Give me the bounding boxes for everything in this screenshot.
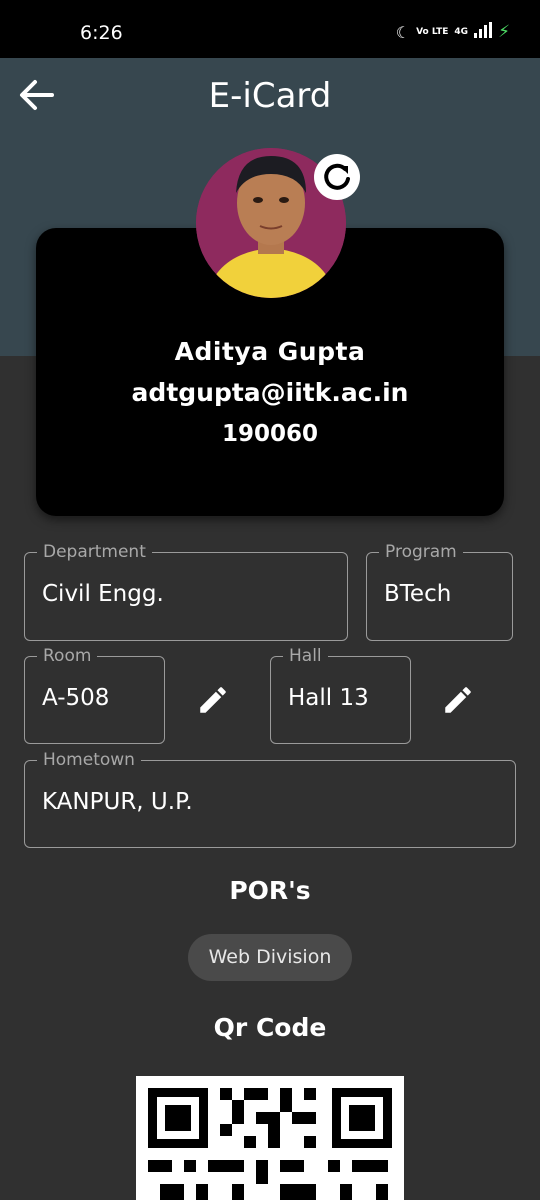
room-value: A-508 [42,685,110,711]
program-field[interactable]: Program BTech [366,542,513,641]
hall-label: Hall [283,646,328,666]
room-label: Room [37,646,98,666]
department-field[interactable]: Department Civil Engg. [24,542,348,641]
edit-room-button[interactable] [196,683,230,717]
moon-icon: ☾ [395,22,411,42]
program-value: BTech [384,581,452,607]
network-type: 4G [454,26,469,37]
profile-email: adtgupta@iitk.ac.in [131,378,409,407]
status-icons: ☾ Vo LTE 4G ⚡ [396,22,510,42]
volte-indicator: Vo LTE [416,26,449,37]
battery-charging-icon: ⚡ [498,22,510,42]
edit-icon [200,687,226,713]
edit-hall-button[interactable] [441,683,475,717]
department-value: Civil Engg. [42,581,164,607]
pors-title: POR's [229,876,311,905]
refresh-button[interactable] [314,154,360,200]
hometown-field[interactable]: Hometown KANPUR, U.P. [24,750,516,848]
department-label: Department [37,542,152,562]
por-chip-web-division[interactable]: Web Division [188,934,352,981]
signal-icon [474,22,493,42]
qr-code [136,1076,404,1200]
program-label: Program [379,542,463,562]
qr-title: Qr Code [213,1013,327,1042]
profile-roll-number: 190060 [221,421,319,447]
hometown-value: KANPUR, U.P. [42,789,193,815]
edit-icon [445,687,471,713]
profile-name: Aditya Gupta [174,337,366,366]
refresh-icon [324,163,350,190]
status-bar: 6:26 ☾ Vo LTE 4G ⚡ [0,0,540,58]
status-time: 6:26 [80,22,123,44]
room-field[interactable]: Room A-508 [24,646,165,744]
hall-field[interactable]: Hall Hall 13 [270,646,411,744]
hall-value: Hall 13 [288,685,369,711]
hometown-label: Hometown [37,750,141,770]
page-title: E-iCard [208,76,332,116]
